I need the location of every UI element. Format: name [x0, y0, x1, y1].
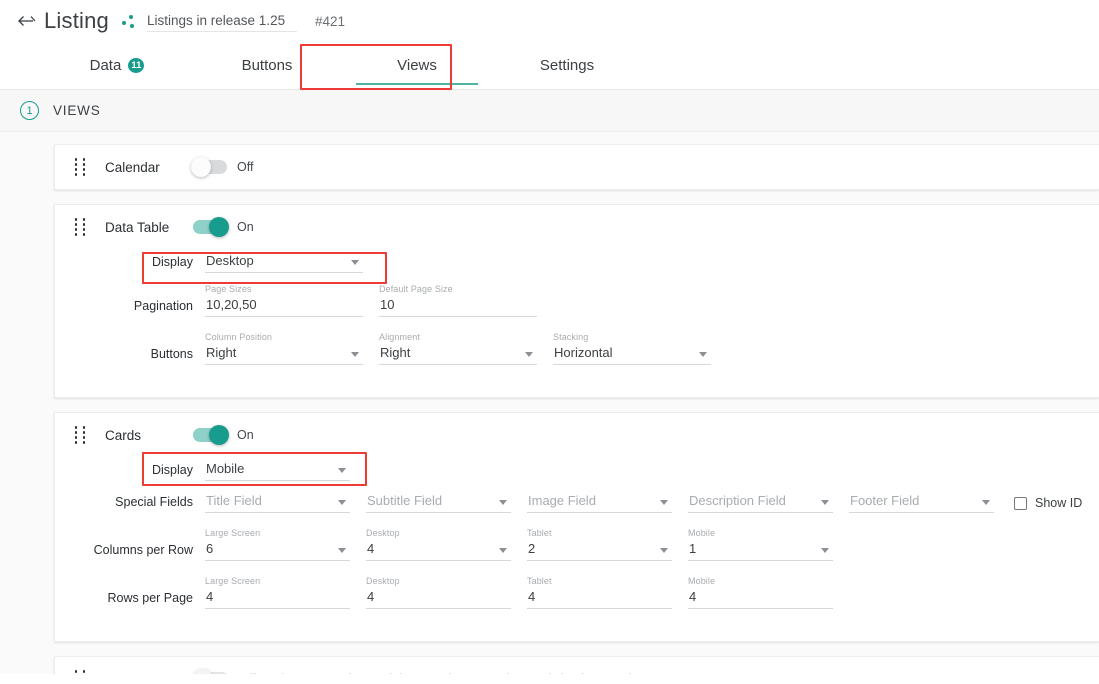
- scatter-dots-icon: [119, 11, 139, 31]
- cards-toggle-state: On: [237, 428, 254, 442]
- stacking-select[interactable]: Stacking Horizontal: [553, 331, 711, 365]
- chevron-down-icon: [351, 260, 359, 265]
- view-card-data-table: Data Table On Display Desktop Pagination…: [54, 204, 1099, 398]
- show-id-checkbox[interactable]: Show ID: [1014, 496, 1082, 513]
- legacy-view-label: Legacy View: [105, 672, 181, 675]
- columns-large-screen-select[interactable]: Large Screen 6: [205, 527, 350, 561]
- chevron-down-icon: [338, 548, 346, 553]
- chevron-down-icon: [699, 352, 707, 357]
- tabs-bar: Data 11 Buttons Views Settings: [0, 42, 1099, 90]
- view-card-calendar: Calendar Off: [54, 144, 1099, 190]
- footer-field-select[interactable]: Footer Field: [849, 491, 994, 513]
- tab-settings[interactable]: Settings: [492, 42, 642, 89]
- data-table-form: Display Desktop Pagination Page Sizes 10…: [55, 249, 1099, 397]
- tab-data[interactable]: Data 11: [42, 42, 192, 89]
- legacy-view-toggle-state: Off: [239, 672, 255, 674]
- data-table-buttons-row: Buttons Column Position Right Alignment …: [55, 331, 1099, 365]
- app-header: Listing Listings in release 1.25 #421: [0, 0, 1099, 42]
- data-table-row-header: Data Table On: [55, 205, 1099, 249]
- rows-large-screen-input[interactable]: Large Screen 4: [205, 575, 350, 609]
- calendar-toggle-state: Off: [237, 160, 254, 174]
- chevron-down-icon: [338, 468, 346, 473]
- calendar-row-header: Calendar Off: [55, 145, 1099, 189]
- drag-handle-icon[interactable]: [73, 670, 87, 674]
- rows-desktop-input[interactable]: Desktop 4: [366, 575, 511, 609]
- column-position-select[interactable]: Column Position Right: [205, 331, 363, 365]
- data-table-toggle[interactable]: [193, 217, 229, 237]
- data-table-display-row: Display Desktop: [55, 251, 1099, 273]
- cards-label: Cards: [105, 427, 142, 443]
- alignment-select[interactable]: Alignment Right: [379, 331, 537, 365]
- drag-handle-icon[interactable]: [73, 158, 87, 176]
- cards-form: Display Mobile Special Fields Title Fiel…: [55, 457, 1099, 641]
- drag-handle-icon[interactable]: [73, 218, 87, 236]
- show-id-label: Show ID: [1035, 496, 1083, 510]
- image-field-select[interactable]: Image Field: [527, 491, 672, 513]
- columns-tablet-select[interactable]: Tablet 2: [527, 527, 672, 561]
- subtitle-field-select[interactable]: Subtitle Field: [366, 491, 511, 513]
- cards-columns-per-row: Columns per Row Large Screen 6 Desktop 4…: [55, 527, 1099, 561]
- legacy-view-row-header: Legacy View Off The Legacy view and the …: [55, 657, 1099, 674]
- chevron-down-icon: [660, 500, 668, 505]
- tab-views-label: Views: [397, 57, 437, 74]
- checkbox-box-icon: [1014, 496, 1027, 510]
- step-number-badge: 1: [20, 101, 39, 120]
- cards-rows-per-page: Rows per Page Large Screen 4 Desktop 4 T…: [55, 575, 1099, 609]
- data-table-display-label: Display: [152, 255, 193, 269]
- pagination-label: Pagination: [133, 299, 193, 313]
- legacy-view-helper-text: The Legacy view and the new views can't …: [274, 672, 640, 674]
- chevron-down-icon: [982, 500, 990, 505]
- cards-special-fields-row: Special Fields Title Field Subtitle Fiel…: [55, 491, 1099, 513]
- release-label[interactable]: Listings in release 1.25: [147, 11, 297, 32]
- chevron-down-icon: [660, 548, 668, 553]
- data-table-toggle-state: On: [237, 220, 254, 234]
- cards-display-label: Display: [152, 463, 193, 477]
- tab-data-label: Data: [89, 57, 122, 74]
- view-card-cards: Cards On Display Mobile Special Fields T…: [54, 412, 1099, 642]
- data-table-pagination-row: Pagination Page Sizes 10,20,50 Default P…: [55, 283, 1099, 317]
- view-card-legacy-view: Legacy View Off The Legacy view and the …: [54, 656, 1099, 674]
- calendar-label: Calendar: [105, 159, 160, 175]
- default-page-size-input[interactable]: Default Page Size 10: [379, 283, 537, 317]
- tab-data-badge: 11: [128, 58, 145, 73]
- issue-id: #421: [315, 13, 346, 29]
- chevron-down-icon: [499, 500, 507, 505]
- drag-handle-icon[interactable]: [73, 426, 87, 444]
- tab-buttons[interactable]: Buttons: [192, 42, 342, 89]
- legacy-view-toggle[interactable]: [193, 669, 230, 674]
- chevron-down-icon: [338, 500, 346, 505]
- chevron-down-icon: [499, 548, 507, 553]
- rows-mobile-input[interactable]: Mobile 4: [688, 575, 833, 609]
- section-header-views: 1 VIEWS: [0, 90, 1099, 132]
- special-fields-label: Special Fields: [115, 495, 193, 509]
- buttons-label: Buttons: [150, 347, 193, 361]
- tab-settings-label: Settings: [539, 57, 595, 74]
- columns-mobile-select[interactable]: Mobile 1: [688, 527, 833, 561]
- data-table-label: Data Table: [105, 219, 170, 235]
- section-title: VIEWS: [53, 103, 101, 118]
- page-sizes-input[interactable]: Page Sizes 10,20,50: [205, 283, 363, 317]
- cards-display-row: Display Mobile: [55, 459, 1099, 481]
- rows-tablet-input[interactable]: Tablet 4: [527, 575, 672, 609]
- title-field-select[interactable]: Title Field: [205, 491, 350, 513]
- chevron-down-icon: [821, 500, 829, 505]
- cards-display-select[interactable]: Mobile: [205, 459, 350, 481]
- views-list: Calendar Off Data Table On Display Deskt…: [0, 132, 1099, 674]
- chevron-down-icon: [821, 548, 829, 553]
- cards-toggle[interactable]: [193, 425, 229, 445]
- cards-row-header: Cards On: [55, 413, 1099, 457]
- tab-buttons-label: Buttons: [241, 57, 293, 74]
- data-table-display-select[interactable]: Desktop: [205, 251, 363, 273]
- chevron-down-icon: [351, 352, 359, 357]
- page-title: Listing: [44, 8, 109, 33]
- tab-views[interactable]: Views: [342, 42, 492, 89]
- columns-per-row-label: Columns per Row: [93, 543, 193, 557]
- columns-desktop-select[interactable]: Desktop 4: [366, 527, 511, 561]
- rows-per-page-label: Rows per Page: [107, 591, 193, 605]
- description-field-select[interactable]: Description Field: [688, 491, 833, 513]
- back-arrow-icon[interactable]: [16, 10, 38, 32]
- calendar-toggle[interactable]: [191, 157, 227, 177]
- chevron-down-icon: [525, 352, 533, 357]
